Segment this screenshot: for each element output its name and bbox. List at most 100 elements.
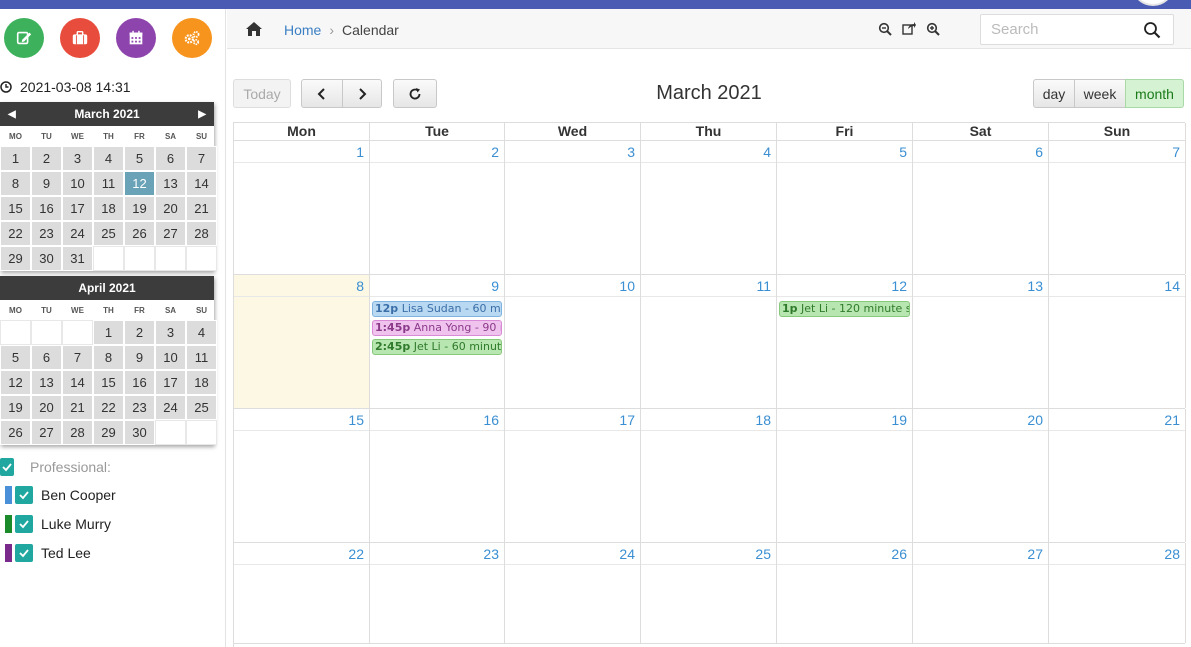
day-cell[interactable]: 5: [777, 141, 913, 274]
mini-day[interactable]: 24: [155, 395, 186, 420]
day-cell[interactable]: 18: [641, 409, 777, 542]
day-number[interactable]: 21: [1049, 409, 1185, 431]
mini-day[interactable]: 30: [124, 420, 155, 445]
prev-button[interactable]: [301, 79, 343, 108]
day-cell[interactable]: 7: [1049, 141, 1186, 274]
mini-day[interactable]: 17: [62, 196, 93, 221]
day-cell[interactable]: 10: [505, 275, 641, 408]
mini-day[interactable]: 15: [0, 196, 31, 221]
mini-day[interactable]: 4: [93, 146, 124, 171]
mini-day[interactable]: 30: [31, 246, 62, 271]
day-number[interactable]: 17: [505, 409, 640, 431]
search-input[interactable]: [981, 15, 1131, 44]
day-cell[interactable]: 28: [1049, 543, 1186, 643]
mini-day[interactable]: 14: [62, 370, 93, 395]
mini-day[interactable]: 28: [186, 221, 217, 246]
mini-day[interactable]: 8: [0, 171, 31, 196]
day-cell[interactable]: 13: [913, 275, 1049, 408]
day-number[interactable]: 27: [913, 543, 1048, 565]
calendar-event[interactable]: 1p Jet Li - 120 minute session: [779, 301, 910, 317]
professional-checkbox[interactable]: [15, 544, 33, 562]
mini-day[interactable]: 5: [124, 146, 155, 171]
home-icon[interactable]: [245, 20, 263, 38]
day-number[interactable]: 1: [234, 141, 369, 163]
professional-checkbox[interactable]: [15, 486, 33, 504]
mini-day[interactable]: 1: [0, 146, 31, 171]
day-number[interactable]: 25: [641, 543, 776, 565]
mini-day[interactable]: 21: [62, 395, 93, 420]
mini-day[interactable]: 29: [93, 420, 124, 445]
mini-day[interactable]: 27: [155, 221, 186, 246]
mini-day[interactable]: 7: [62, 345, 93, 370]
mini-day[interactable]: 18: [93, 196, 124, 221]
calendar-event[interactable]: 1:45p Anna Yong - 90 minute session: [372, 320, 502, 336]
day-cell[interactable]: 11: [641, 275, 777, 408]
mini-day[interactable]: 23: [124, 395, 155, 420]
mini-day[interactable]: 31: [62, 246, 93, 271]
day-cell[interactable]: 17: [505, 409, 641, 542]
day-cell[interactable]: 15: [234, 409, 370, 542]
mini-day[interactable]: 15: [93, 370, 124, 395]
day-number[interactable]: 24: [505, 543, 640, 565]
mini-day[interactable]: 11: [186, 345, 217, 370]
mini-day[interactable]: 23: [31, 221, 62, 246]
mini-day[interactable]: 18: [186, 370, 217, 395]
edit-button[interactable]: [4, 18, 44, 58]
prev-month-icon[interactable]: ◀: [8, 109, 16, 120]
next-button[interactable]: [342, 79, 382, 108]
day-number[interactable]: 19: [777, 409, 912, 431]
mini-day[interactable]: 13: [155, 171, 186, 196]
breadcrumb-home[interactable]: Home: [284, 22, 321, 38]
day-number[interactable]: 23: [370, 543, 504, 565]
day-number[interactable]: 20: [913, 409, 1048, 431]
day-number[interactable]: 2: [370, 141, 504, 163]
day-cell[interactable]: 21: [1049, 409, 1186, 542]
zoom-in-icon[interactable]: [926, 22, 940, 36]
mini-day[interactable]: 10: [155, 345, 186, 370]
professional-row[interactable]: Ben Cooper: [0, 484, 116, 506]
day-number[interactable]: 10: [505, 275, 640, 297]
mini-day[interactable]: 14: [186, 171, 217, 196]
day-cell[interactable]: 26: [777, 543, 913, 643]
mini-day[interactable]: 20: [155, 196, 186, 221]
mini-day[interactable]: 21: [186, 196, 217, 221]
mini-day[interactable]: 27: [31, 420, 62, 445]
settings-button[interactable]: [172, 18, 212, 58]
mini-day[interactable]: 22: [0, 221, 31, 246]
day-cell[interactable]: 2: [370, 141, 505, 274]
mini-day[interactable]: 8: [93, 345, 124, 370]
day-number[interactable]: 9: [370, 275, 504, 297]
day-cell[interactable]: 1: [234, 141, 370, 274]
mini-day[interactable]: 22: [93, 395, 124, 420]
share-icon[interactable]: [902, 21, 916, 35]
day-number[interactable]: 14: [1049, 275, 1185, 297]
mini-day[interactable]: 2: [31, 146, 62, 171]
mini-day[interactable]: 9: [31, 171, 62, 196]
mini-day[interactable]: 4: [186, 320, 217, 345]
day-number[interactable]: 26: [777, 543, 912, 565]
professional-row[interactable]: Luke Murry: [0, 513, 111, 535]
mini-day[interactable]: 3: [62, 146, 93, 171]
day-cell[interactable]: 19: [777, 409, 913, 542]
view-month-button[interactable]: month: [1125, 79, 1184, 108]
user-avatar[interactable]: [1133, 0, 1173, 6]
day-cell[interactable]: 16: [370, 409, 505, 542]
mini-day[interactable]: 12: [0, 370, 31, 395]
professional-checkbox[interactable]: [15, 515, 33, 533]
day-cell[interactable]: 25: [641, 543, 777, 643]
day-number[interactable]: 12: [777, 275, 912, 297]
mini-day[interactable]: 5: [0, 345, 31, 370]
day-number[interactable]: 8: [234, 275, 369, 297]
mini-day[interactable]: 29: [0, 246, 31, 271]
refresh-button[interactable]: [393, 79, 437, 108]
briefcase-button[interactable]: [60, 18, 100, 58]
calendar-event[interactable]: 2:45p Jet Li - 60 minute session: [372, 339, 502, 355]
mini-day[interactable]: 6: [155, 146, 186, 171]
professional-row[interactable]: Ted Lee: [0, 542, 91, 564]
day-number[interactable]: 11: [641, 275, 776, 297]
mini-day[interactable]: 3: [155, 320, 186, 345]
day-cell[interactable]: 27: [913, 543, 1049, 643]
day-number[interactable]: 7: [1049, 141, 1185, 163]
mini-day[interactable]: 11: [93, 171, 124, 196]
day-cell[interactable]: 20: [913, 409, 1049, 542]
